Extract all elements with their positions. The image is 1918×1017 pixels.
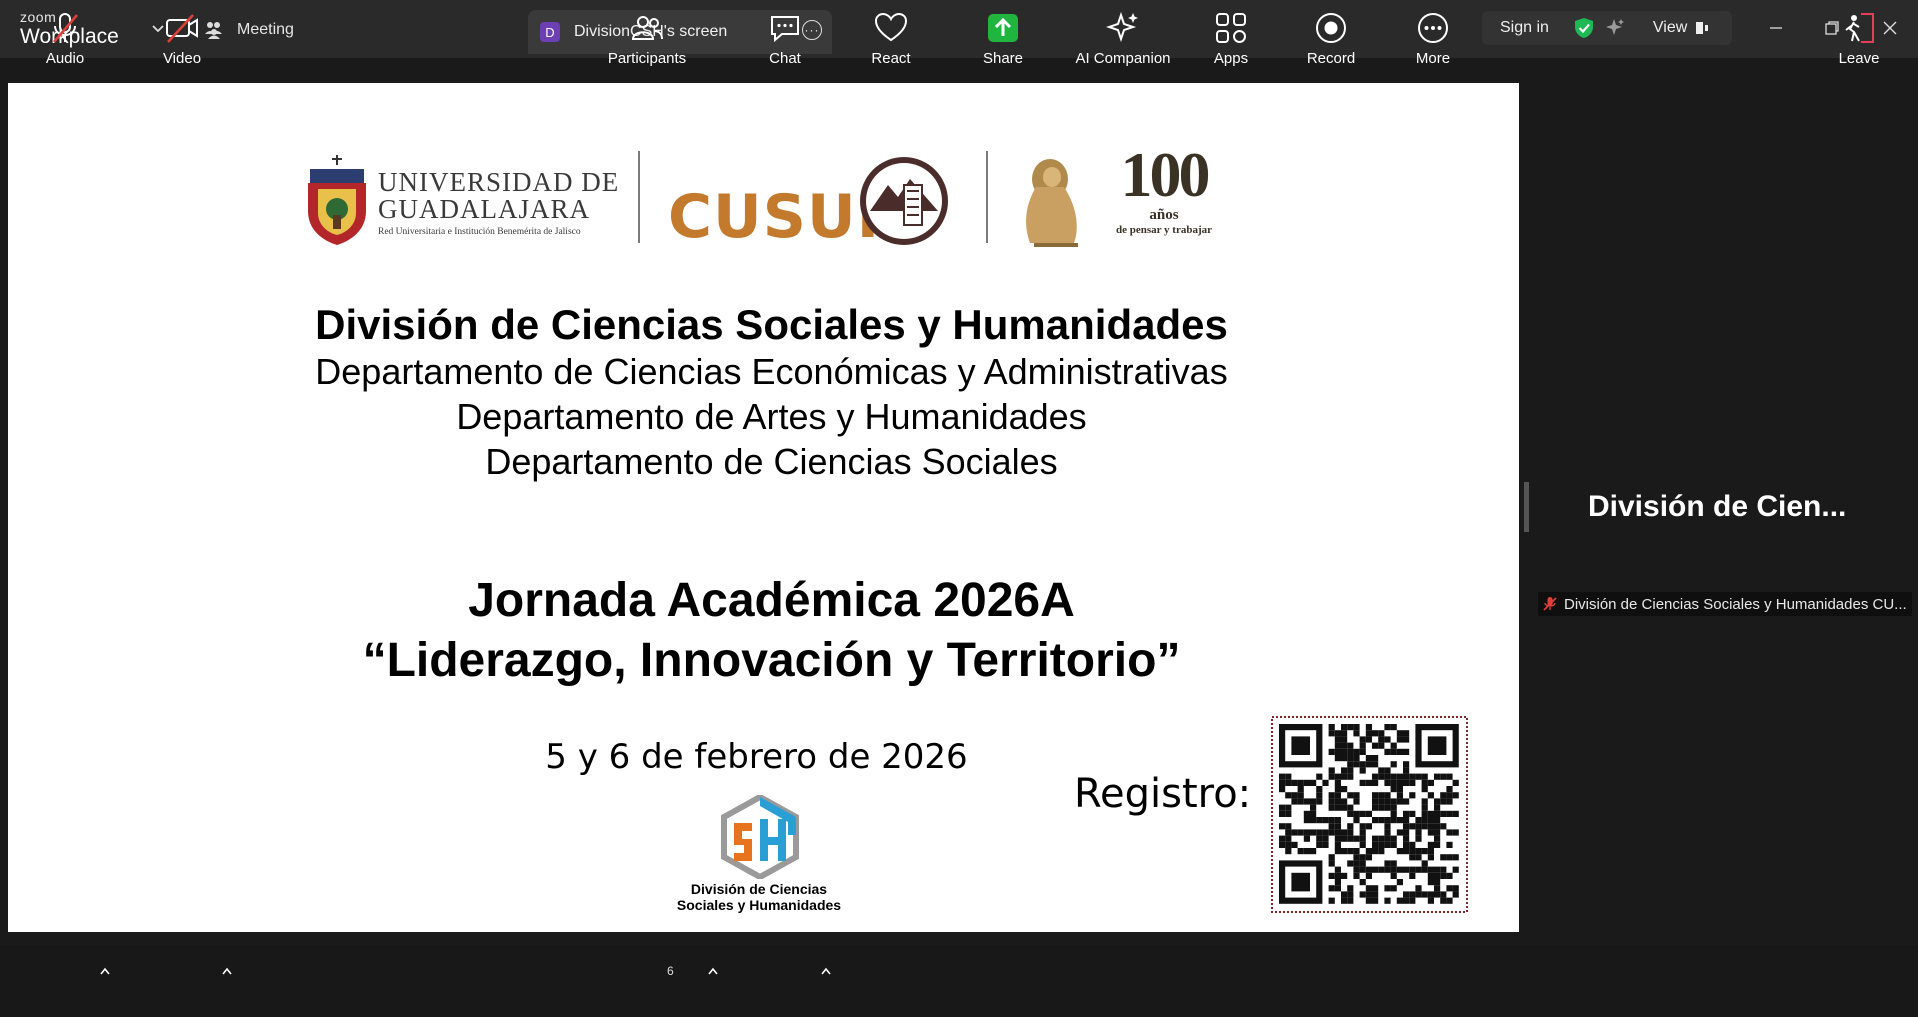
record-label: Record <box>1306 50 1356 67</box>
ai-companion-button[interactable]: AI Companion <box>1072 0 1174 72</box>
view-button[interactable]: View <box>1653 19 1687 37</box>
participants-count: 6 <box>667 964 674 978</box>
audio-options-chevron-icon[interactable] <box>99 966 111 976</box>
mic-muted-icon <box>53 13 78 43</box>
udg-wordmark: UNIVERSIDAD DE GUADALAJARA Red Universit… <box>378 169 619 239</box>
meeting-toolbar <box>0 945 1918 1017</box>
cusur-emblem-icon <box>860 157 948 245</box>
udg-line2: GUADALAJARA <box>378 194 590 224</box>
chat-label: Chat <box>769 50 801 67</box>
participants-icon <box>631 16 663 40</box>
mic-muted-icon <box>1543 597 1557 611</box>
registration-qr-code <box>1271 716 1468 913</box>
react-label: React <box>871 50 911 67</box>
apps-icon <box>1216 13 1246 43</box>
more-icon <box>1418 13 1448 43</box>
title-bar: zoom Workplace Meeting D DivisionCSH's s… <box>0 0 1918 58</box>
csh-logo-icon <box>721 795 799 879</box>
record-icon <box>1316 13 1346 43</box>
logo-divider <box>986 151 988 243</box>
participant-name: División de Ciencias Sociales y Humanida… <box>1564 595 1907 613</box>
video-off-icon <box>166 14 198 43</box>
share-screen-icon <box>988 14 1018 42</box>
participants-options-chevron-icon[interactable] <box>707 966 719 976</box>
registration-label: Registro: <box>1074 771 1252 817</box>
udg-crest-icon <box>308 155 366 245</box>
share-label: Share <box>982 50 1024 67</box>
more-label: More <box>1415 50 1451 67</box>
lion-statue-icon <box>1026 159 1078 247</box>
csh-caption-line2: Sociales y Humanidades <box>676 897 842 913</box>
apps-label: Apps <box>1213 50 1249 67</box>
top-right-controls: Sign in View <box>1482 11 1732 45</box>
ai-companion-label: AI Companion <box>1075 50 1171 67</box>
department-line: Departamento de Ciencias Sociales <box>485 441 1058 482</box>
ai-sparkle-icon <box>1106 11 1138 43</box>
sign-in-button[interactable]: Sign in <box>1500 19 1549 37</box>
leave-door-icon <box>1845 13 1874 43</box>
tab-meeting[interactable]: Meeting <box>205 14 294 46</box>
tab-meeting-label: Meeting <box>237 21 294 38</box>
more-button[interactable]: More <box>1408 0 1458 72</box>
division-heading: División de Ciencias Sociales y Humanida… <box>315 301 1228 348</box>
centenary-logo: 100 años de pensar y trabajar <box>1104 143 1224 237</box>
chat-icon <box>771 16 799 43</box>
record-button[interactable]: Record <box>1306 0 1356 72</box>
avatar: D <box>540 22 560 42</box>
leave-button[interactable]: Leave <box>1834 0 1884 72</box>
share-button[interactable]: Share <box>978 0 1028 72</box>
speaker-name-tile: División de Cien... <box>1588 490 1847 523</box>
video-button[interactable]: Video <box>157 0 207 72</box>
department-line: Departamento de Artes y Humanidades <box>456 396 1087 437</box>
shared-screen: UNIVERSIDAD DE GUADALAJARA Red Universit… <box>8 83 1519 932</box>
audio-button[interactable]: Audio <box>40 0 90 72</box>
meeting-icon <box>205 22 222 39</box>
centenary-tagline: de pensar y trabajar <box>1115 224 1213 236</box>
udg-line1: UNIVERSIDAD DE <box>378 167 620 197</box>
apps-button[interactable]: Apps <box>1206 0 1256 72</box>
minimize-icon[interactable] <box>1762 14 1790 42</box>
video-options-chevron-icon[interactable] <box>221 966 233 976</box>
event-title: Jornada Académica 2026A <box>468 574 1075 627</box>
csh-caption: División de Ciencias Sociales y Humanida… <box>648 881 870 913</box>
csh-caption-line1: División de Ciencias <box>690 881 828 897</box>
view-layout-icon <box>1696 22 1709 34</box>
department-line: Departamento de Ciencias Económicas y Ad… <box>315 351 1228 392</box>
logo-strip: UNIVERSIDAD DE GUADALAJARA Red Universit… <box>298 143 1218 251</box>
sparkle-icon[interactable] <box>1605 18 1625 38</box>
centenary-number: 100 <box>1120 139 1211 210</box>
panel-resize-handle[interactable] <box>1524 482 1529 532</box>
shield-icon[interactable] <box>1573 17 1595 39</box>
react-button[interactable]: React <box>866 0 916 72</box>
event-motto: “Liderazgo, Innovación y Territorio” <box>362 634 1181 687</box>
leave-label: Leave <box>1838 50 1880 67</box>
participants-button[interactable]: Participants <box>602 0 692 72</box>
chat-options-chevron-icon[interactable] <box>820 966 832 976</box>
video-label: Video <box>162 50 202 67</box>
chat-button[interactable]: Chat <box>760 0 810 72</box>
participants-label: Participants <box>607 50 687 67</box>
participant-name-label: División de Ciencias Sociales y Humanida… <box>1538 592 1912 616</box>
heart-icon <box>874 12 908 42</box>
audio-label: Audio <box>45 50 85 67</box>
udg-line3: Red Universitaria e Institución Beneméri… <box>378 227 581 237</box>
logo-divider <box>638 151 640 243</box>
